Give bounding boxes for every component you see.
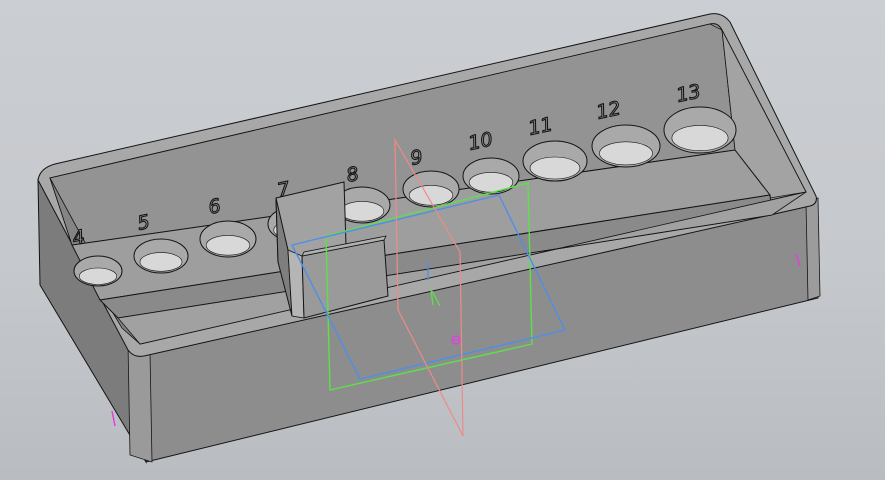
box-corner-fillet	[127, 342, 153, 463]
socket-hole-floor	[139, 252, 183, 272]
cad-3d-viewport[interactable]: 4 5 6 7 8 9 10 11 12 13	[0, 0, 885, 480]
socket-hole-floor	[529, 156, 581, 180]
socket-hole-floor	[339, 201, 385, 222]
corner-marker-left	[111, 410, 116, 427]
socket-hole-floor	[205, 235, 251, 256]
model-scene[interactable]: 45678910111213	[0, 0, 885, 480]
socket-hole-floor	[78, 267, 118, 285]
socket-hole-floor	[671, 125, 729, 152]
box-corner-fillet-right	[805, 197, 821, 301]
socket-hole-floor	[599, 141, 653, 166]
